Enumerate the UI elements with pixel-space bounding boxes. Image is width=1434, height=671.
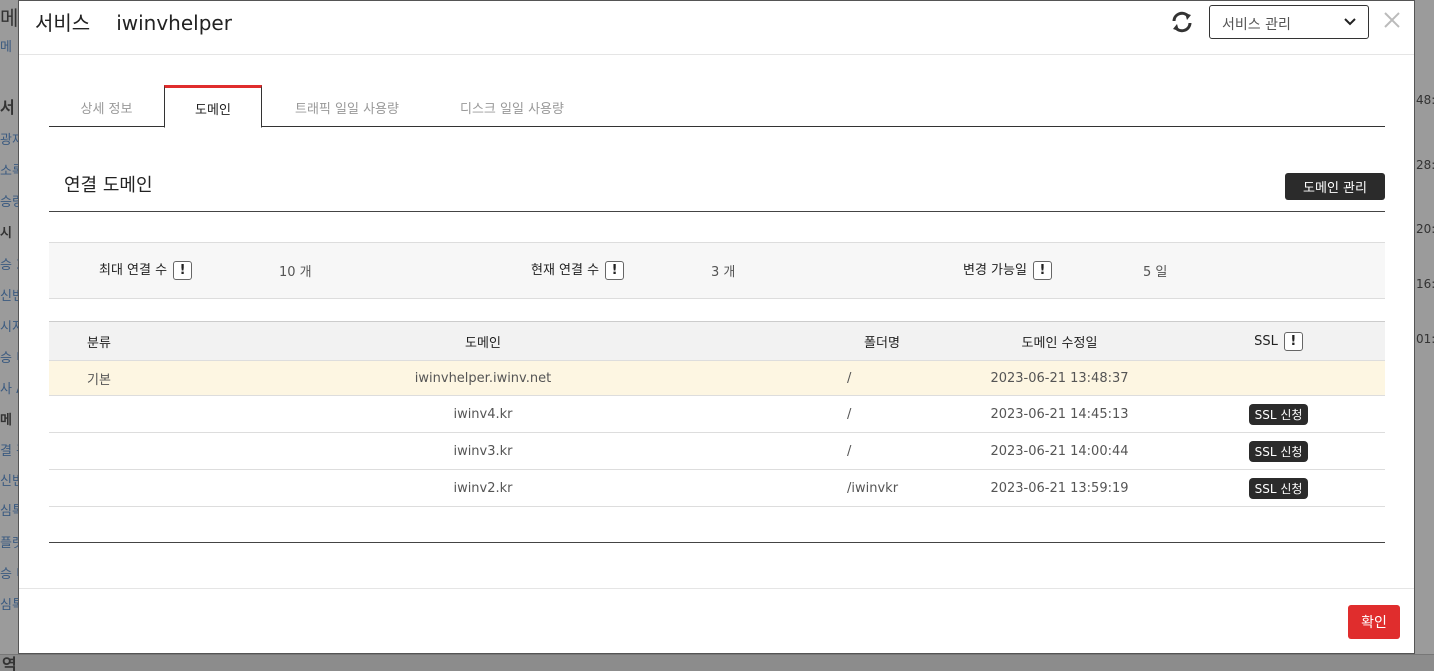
bg-fragment: 48:3 [1416, 93, 1434, 107]
domain-manage-button[interactable]: 도메인 관리 [1285, 173, 1385, 200]
bg-fragment: 신번 [0, 289, 18, 304]
service-select[interactable]: 서비스 관리 [1209, 5, 1369, 39]
row-domain: iwinv2.kr [149, 469, 817, 507]
changeable-days-value: 5 일 [1143, 265, 1168, 280]
background-bottom-strip: 역 [0, 654, 1434, 671]
bg-fragment: 승 3 [0, 258, 18, 273]
bg-fragment: 역 [2, 655, 17, 671]
row-folder: /iwinvkr [817, 469, 947, 507]
row-ssl: SSL 신청 [1172, 469, 1385, 507]
row-ssl: SSL 신청 [1172, 395, 1385, 433]
bg-fragment: 메 [0, 40, 12, 55]
row-modified: 2023-06-21 13:59:19 [947, 469, 1172, 507]
bg-fragment: 28:0 [1416, 158, 1434, 172]
row-domain: iwinvhelper.iwinv.net [149, 360, 817, 396]
info-exclamation-icon[interactable]: ! [1283, 331, 1303, 351]
row-folder: / [817, 432, 947, 470]
table-header-row: 분류 도메인 폴더명 도메인 수정일 SSL! [49, 321, 1385, 361]
header-domain: 도메인 [149, 321, 817, 361]
row-folder: / [817, 395, 947, 433]
bg-fragment: 플랫 [0, 536, 18, 551]
header-modified: 도메인 수정일 [947, 321, 1172, 361]
header-ssl: SSL! [1172, 321, 1385, 361]
row-folder: / [817, 360, 947, 396]
current-connections-label: 현재 연결 수! [531, 259, 625, 280]
info-exclamation-icon[interactable]: ! [605, 261, 625, 280]
modal-footer: 확인 [19, 588, 1414, 654]
refresh-icon[interactable] [1169, 9, 1195, 35]
ssl-apply-button[interactable]: SSL 신청 [1248, 440, 1309, 462]
max-connections-label: 최대 연결 수! [99, 259, 193, 280]
row-modified: 2023-06-21 13:48:37 [947, 360, 1172, 396]
divider [49, 211, 1385, 212]
max-connections-text: 최대 연결 수 [99, 263, 168, 278]
divider [49, 542, 1385, 543]
bg-fragment: 16:4 [1416, 277, 1434, 291]
tab-disk-daily[interactable]: 디스크 일일 사용량 [432, 85, 592, 127]
changeable-days-label: 변경 가능일! [963, 259, 1052, 280]
table-row: iwinv4.kr / 2023-06-21 14:45:13 SSL 신청 [49, 395, 1385, 433]
header-folder: 폴더명 [817, 321, 947, 361]
tab-bar: 상세 정보 도메인 트래픽 일일 사용량 디스크 일일 사용량 [49, 85, 1385, 128]
service-name: iwinvhelper [116, 11, 232, 35]
bg-fragment: 소록 [0, 164, 18, 179]
tab-details[interactable]: 상세 정보 [49, 85, 164, 127]
row-ssl [1172, 360, 1385, 396]
row-category [49, 432, 149, 470]
table-row: 기본 iwinvhelper.iwinv.net / 2023-06-21 13… [49, 360, 1385, 396]
service-modal: 서비스 iwinvhelper 서비스 관리 상세 정보 도메인 트래픽 일일 사… [18, 0, 1415, 654]
background-right-strip: 48:3 28:0 20:3 16:4 01:2 [1414, 0, 1434, 671]
domain-table: 분류 도메인 폴더명 도메인 수정일 SSL! 기본 iwinvhelper.i… [49, 321, 1385, 507]
modal-header: 서비스 iwinvhelper 서비스 관리 [19, 1, 1414, 55]
bg-fragment: 신번 [0, 474, 18, 489]
tab-traffic-daily[interactable]: 트래픽 일일 사용량 [262, 85, 432, 127]
changeable-days-text: 변경 가능일 [963, 263, 1027, 278]
table-row: iwinv3.kr / 2023-06-21 14:00:44 SSL 신청 [49, 432, 1385, 470]
current-connections-value: 3 개 [711, 265, 736, 280]
info-exclamation-icon[interactable]: ! [1032, 261, 1052, 280]
confirm-button[interactable]: 확인 [1348, 605, 1400, 639]
current-connections-text: 현재 연결 수 [531, 263, 600, 278]
row-domain: iwinv4.kr [149, 395, 817, 433]
connection-info-box: 최대 연결 수! 10 개 현재 연결 수! 3 개 변경 가능일! 5 일 [49, 242, 1385, 299]
modal-title-label: 서비스 [35, 11, 91, 35]
row-category [49, 395, 149, 433]
row-modified: 2023-06-21 14:45:13 [947, 395, 1172, 433]
service-select-value: 서비스 관리 [1222, 17, 1291, 33]
ssl-apply-button[interactable]: SSL 신청 [1248, 403, 1309, 425]
bg-fragment: 사 A [0, 382, 18, 397]
bg-fragment: 01:2 [1416, 332, 1434, 346]
bg-fragment: 시 [0, 226, 12, 241]
table-row: iwinv2.kr /iwinvkr 2023-06-21 13:59:19 S… [49, 469, 1385, 507]
bg-fragment: 20:3 [1416, 222, 1434, 236]
bg-fragment: 승 니 [0, 567, 18, 582]
bg-fragment: 승량 [0, 195, 18, 210]
bg-fragment: 심톡 [0, 504, 18, 519]
header-ssl-text: SSL [1254, 333, 1278, 349]
bg-fragment: 심톡 [0, 598, 18, 613]
close-icon[interactable] [1381, 9, 1403, 31]
header-category: 분류 [49, 321, 149, 361]
section-title: 연결 도메인 [64, 175, 153, 196]
bg-fragment: 메 [0, 6, 18, 30]
info-exclamation-icon[interactable]: ! [173, 261, 193, 280]
ssl-apply-button[interactable]: SSL 신청 [1248, 477, 1309, 499]
row-modified: 2023-06-21 14:00:44 [947, 432, 1172, 470]
bg-fragment: 시저 [0, 320, 18, 335]
bg-fragment: 메 [0, 413, 12, 428]
bg-fragment: 서 [0, 98, 15, 117]
bg-fragment: 결 광 [0, 444, 18, 459]
row-domain: iwinv3.kr [149, 432, 817, 470]
bg-fragment: 승 니 [0, 351, 18, 366]
background-left-strip: 메 메 서 광재 소록 승량 시 승 3 신번 시저 승 니 사 A 메 결 광… [0, 0, 18, 671]
chevron-down-icon [1344, 18, 1356, 26]
tab-domain[interactable]: 도메인 [164, 85, 262, 128]
row-category: 기본 [49, 360, 149, 396]
row-ssl: SSL 신청 [1172, 432, 1385, 470]
bg-fragment: 광재 [0, 133, 18, 148]
row-category [49, 469, 149, 507]
max-connections-value: 10 개 [279, 265, 312, 280]
modal-title: 서비스 iwinvhelper [35, 7, 232, 36]
